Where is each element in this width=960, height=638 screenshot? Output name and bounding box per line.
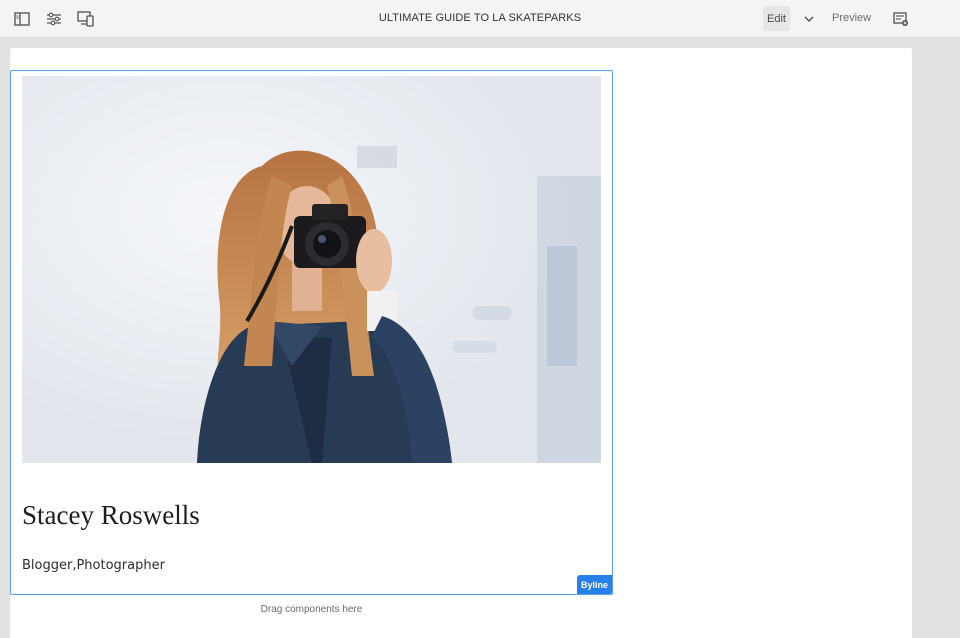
- annotate-icon[interactable]: [891, 9, 911, 29]
- editor-toolbar: ULTIMATE GUIDE TO LA SKATEPARKS Edit Pre…: [0, 0, 960, 38]
- drag-components-placeholder[interactable]: Drag components here: [10, 604, 613, 622]
- component-label-badge[interactable]: Byline: [577, 575, 612, 594]
- byline-image: [22, 76, 601, 463]
- byline-name: Stacey Roswells: [22, 500, 200, 530]
- edit-mode-button[interactable]: Edit: [763, 6, 790, 31]
- preview-button[interactable]: Preview: [832, 12, 871, 24]
- chevron-down-icon[interactable]: [800, 9, 818, 29]
- byline-occupations: Blogger,Photographer: [22, 558, 165, 573]
